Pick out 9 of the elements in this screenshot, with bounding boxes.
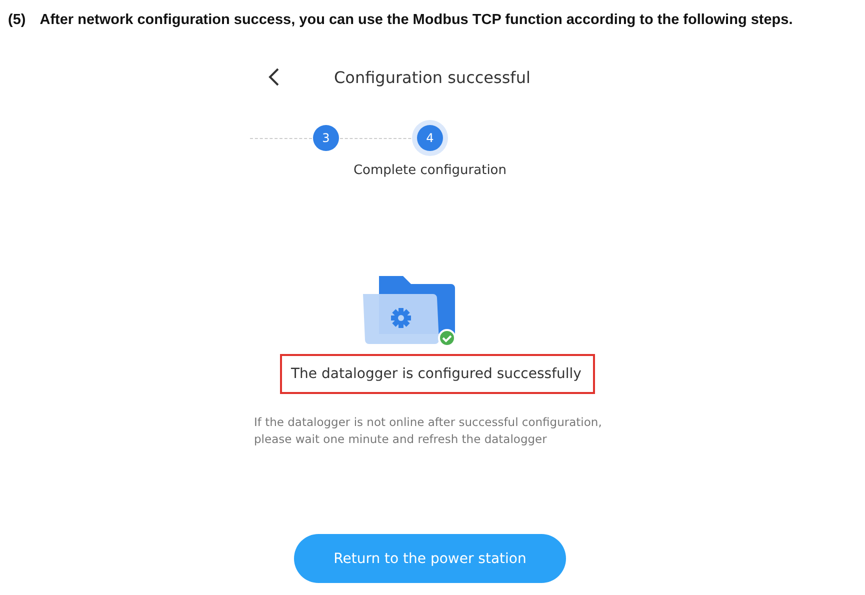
return-button[interactable]: Return to the power station	[294, 534, 566, 583]
step-number: (5)	[8, 12, 26, 28]
step-label: Complete configuration	[353, 163, 507, 178]
success-message: The datalogger is configured successfully	[280, 354, 596, 394]
hint-text: If the datalogger is not online after successful configuration, please wait one minute and refresh the datalogger	[254, 414, 603, 448]
instruction-text: After network configuration success, you can use the Modbus TCP function according to the following steps.	[40, 12, 793, 28]
step-circle: 3	[313, 125, 339, 151]
step-circle: 4	[417, 125, 443, 151]
screen-title: Configuration successful	[334, 68, 530, 86]
